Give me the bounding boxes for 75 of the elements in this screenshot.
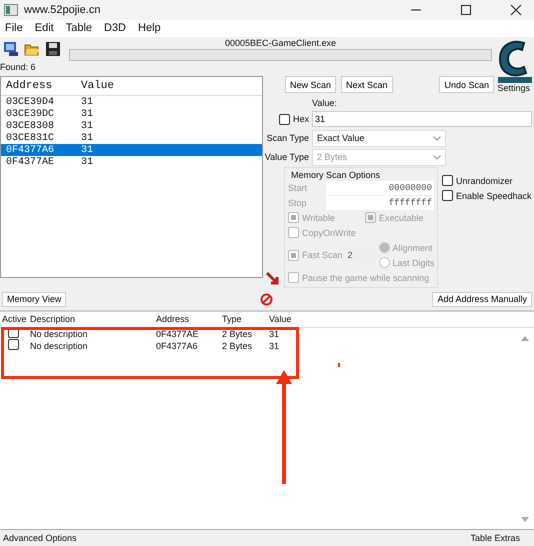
table-cell-text: 0F4377AE [156,328,200,339]
process-name: 00005BEC-GameClient.exe [224,37,336,50]
checkbox[interactable] [288,227,299,238]
table-cell-text: 0F4377A6 [156,340,199,351]
checkbox-label: Fast Scan [302,250,343,260]
column-header[interactable]: Type [222,314,269,324]
window-title: www.52pojie.cn [24,4,100,16]
chevron-icon [433,136,441,141]
checkbox[interactable] [288,250,299,261]
dropdown[interactable]: Exact Value [312,130,446,147]
close-icon[interactable] [510,4,522,16]
field-label: Start [288,182,308,193]
result-row[interactable]: 03CE39D4 31 [1,96,262,108]
stop-icon[interactable] [260,292,274,306]
checkbox[interactable] [288,212,299,224]
checkbox[interactable] [365,212,376,224]
undo-scan-button[interactable]: Undo Scan [439,76,494,94]
checkbox-label: Writable [302,212,336,223]
checkbox[interactable] [279,114,290,125]
table-cell-text: 31 [269,328,280,339]
result-row[interactable]: 03CE831C 31 [1,132,262,144]
radio-label: Alignment [392,242,433,253]
table-cell-text: No description [30,340,89,351]
checkbox[interactable] [288,272,299,284]
column-header[interactable]: Description [30,314,156,324]
column-header[interactable]: Address [1,80,76,92]
column-header[interactable]: Active [0,314,30,324]
field-label: Value Type [264,152,309,162]
table-cell-text: 2 Bytes [222,328,254,339]
advanced-options-link[interactable]: Advanced Options [3,533,77,544]
scan-button[interactable]: New Scan [285,76,336,94]
add-address-button[interactable]: Add Address Manually [432,292,532,307]
computer-icon[interactable] [3,41,19,58]
save-icon[interactable] [45,41,61,58]
column-header[interactable]: Address [156,314,222,324]
menu-item[interactable]: Table [66,22,92,34]
menu-item[interactable]: D3D [104,22,126,34]
result-row[interactable]: 0F4377A6 31 [1,144,262,156]
value-label: Value: [312,97,338,110]
arrow-icon[interactable] [266,272,280,286]
radio-label: Last Digits [392,258,435,268]
table-extras-link[interactable]: Table Extras [470,533,520,544]
result-row[interactable]: 03CE8308 31 [1,120,262,132]
radio-button[interactable] [378,242,390,254]
checkbox-label: CopyOnWrite [302,228,356,238]
column-header[interactable]: Value [76,80,151,92]
chevron-icon [433,154,441,160]
menu-item[interactable]: Help [138,22,161,34]
result-row[interactable]: 03CE39DC 31 [1,108,262,120]
field-label: Scan Type [266,133,309,144]
app-icon [4,4,18,16]
checkbox-label: Executable [379,212,424,223]
scan-button[interactable]: Next Scan [341,76,393,94]
result-row[interactable]: 0F4377AE 31 [1,156,262,168]
group-title: Memory Scan Options [291,170,382,180]
memory-view-button[interactable]: Memory View [2,292,66,307]
radio-button[interactable] [378,257,390,268]
menu-item[interactable]: Edit [34,22,54,34]
table-cell-text: No description [30,328,89,339]
table-cell-text: 31 [269,340,280,351]
checkbox[interactable] [442,175,453,186]
checkbox[interactable] [8,339,19,350]
checkbox[interactable] [442,190,453,202]
hex-label: Hex [293,114,310,124]
maximize-icon[interactable] [460,4,472,16]
field-label: Stop [288,198,307,208]
checkbox-label: Enable Speedhack [456,190,532,201]
found-count: Found: 6 [0,61,37,74]
table-cell-text: 2 Bytes [222,340,254,351]
value-field[interactable]: 31 [312,111,532,128]
menu-item[interactable]: File [5,22,23,34]
settings-label[interactable]: Settings [497,83,530,94]
checkbox-label: Pause the game while scanning [302,272,430,283]
column-header[interactable]: Value [269,314,309,324]
checkbox-label: Unrandomizer [456,176,513,186]
